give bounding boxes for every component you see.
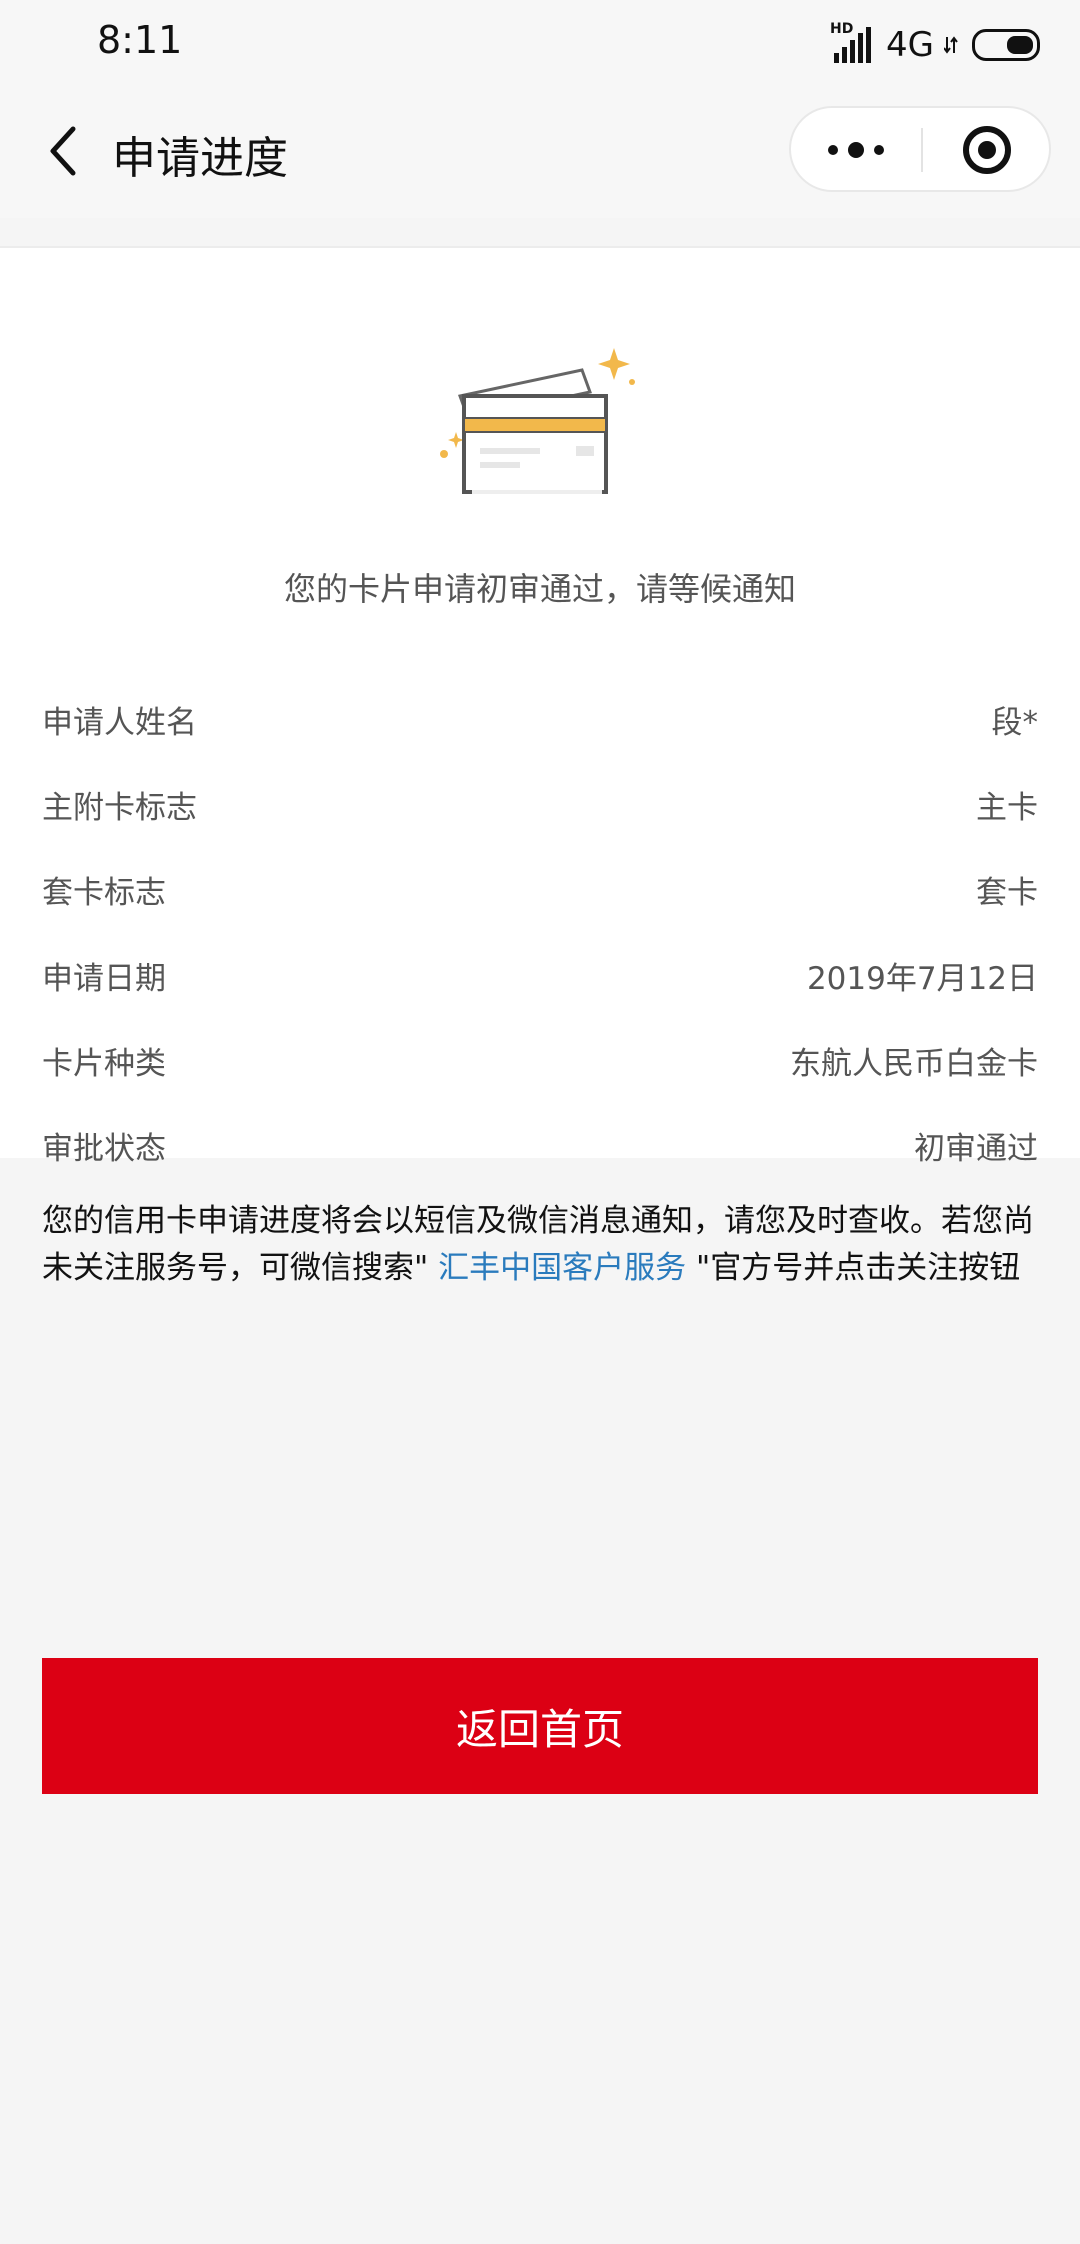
application-details: 申请人姓名 段* 主附卡标志 主卡 套卡标志 套卡 申请日期 2019年7月12… (0, 648, 1080, 1167)
target-circle-icon (963, 126, 1011, 174)
hero-message: 您的卡片申请初审通过，请等候通知 (283, 570, 796, 608)
nav-bar: 申请进度 (0, 90, 1080, 218)
close-button[interactable] (923, 108, 1051, 192)
battery-icon (972, 29, 1040, 61)
status-icons: HD 4G (830, 20, 1040, 70)
detail-value: 2019年7月12日 (806, 960, 1038, 997)
detail-value: 段* (991, 704, 1039, 741)
chevron-left-icon (50, 126, 76, 176)
more-button[interactable] (791, 108, 921, 192)
service-account-link[interactable]: 汇丰中国客户服务 (428, 1250, 696, 1286)
network-type: 4G (886, 25, 934, 65)
detail-value: 初审通过 (914, 1130, 1038, 1167)
mini-program-capsule (789, 106, 1051, 192)
detail-value: 主卡 (976, 789, 1038, 826)
status-time: 8:11 (97, 18, 183, 62)
detail-label: 申请日期 (42, 960, 166, 997)
status-hero: 您的卡片申请初审通过，请等候通知 (0, 246, 1080, 650)
detail-row-card-type-flag: 主附卡标志 主卡 (42, 774, 1038, 834)
page-title: 申请进度 (112, 133, 288, 184)
detail-row-applicant-name: 申请人姓名 段* (42, 689, 1038, 749)
detail-row-card-product: 卡片种类 东航人民币白金卡 (42, 1030, 1038, 1090)
data-arrows-icon (944, 36, 958, 54)
status-bar: 8:11 HD 4G (0, 0, 1080, 90)
more-dots-icon (828, 145, 838, 155)
detail-label: 套卡标志 (42, 874, 166, 911)
detail-label: 申请人姓名 (42, 704, 197, 741)
credit-card-icon (440, 348, 635, 494)
detail-row-set-card-flag: 套卡标志 套卡 (42, 859, 1038, 919)
detail-label: 审批状态 (42, 1130, 166, 1167)
detail-label: 卡片种类 (42, 1045, 166, 1082)
back-button[interactable] (28, 116, 98, 186)
notice-text-after: "官方号并点击关注按钮 (695, 1250, 1021, 1286)
detail-value: 套卡 (976, 874, 1038, 911)
detail-value: 东航人民币白金卡 (790, 1045, 1038, 1082)
detail-label: 主附卡标志 (42, 789, 197, 826)
notification-notice: 您的信用卡申请进度将会以短信及微信消息通知，请您及时查收。若您尚未关注服务号，可… (42, 1198, 1038, 1292)
signal-icon: HD (830, 21, 876, 65)
detail-row-application-date: 申请日期 2019年7月12日 (42, 945, 1038, 1005)
detail-row-approval-status: 审批状态 初审通过 (42, 1115, 1038, 1175)
return-home-button[interactable]: 返回首页 (42, 1658, 1038, 1794)
hd-badge: HD (830, 21, 854, 37)
